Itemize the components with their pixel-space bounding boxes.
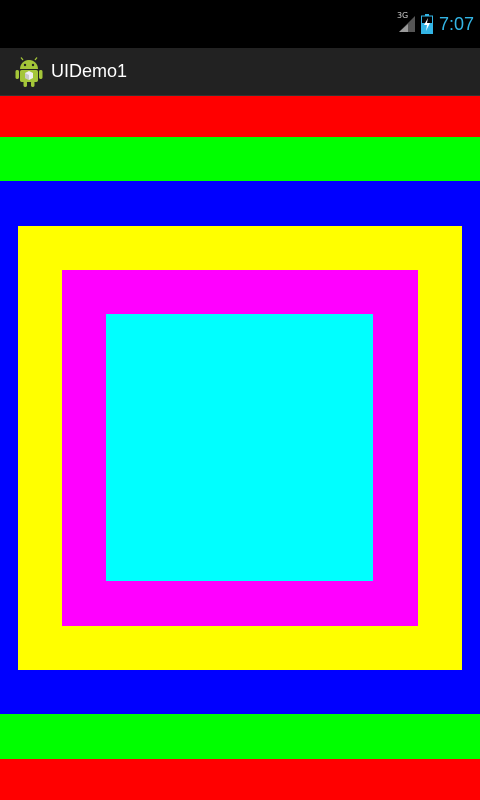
red-band-bottom bbox=[0, 759, 480, 800]
signal-indicator: 3G bbox=[396, 11, 417, 34]
green-band-top bbox=[0, 137, 480, 181]
status-clock: 7:07 bbox=[438, 13, 474, 34]
green-band-bottom bbox=[0, 714, 480, 759]
battery-charging-icon bbox=[420, 14, 433, 34]
cyan-square bbox=[106, 314, 373, 581]
content-area bbox=[0, 96, 480, 800]
status-icons: 3G 7:07 bbox=[397, 0, 474, 48]
red-band-top bbox=[0, 96, 480, 137]
app-title: UIDemo1 bbox=[51, 61, 128, 81]
status-bar: 3G 7:07 bbox=[0, 0, 480, 48]
android-app-icon[interactable] bbox=[15, 56, 43, 87]
network-type-label: 3G bbox=[396, 11, 409, 20]
screen: 3G 7:07 UIDemo1 bbox=[0, 0, 480, 800]
action-bar: UIDemo1 bbox=[0, 48, 480, 96]
